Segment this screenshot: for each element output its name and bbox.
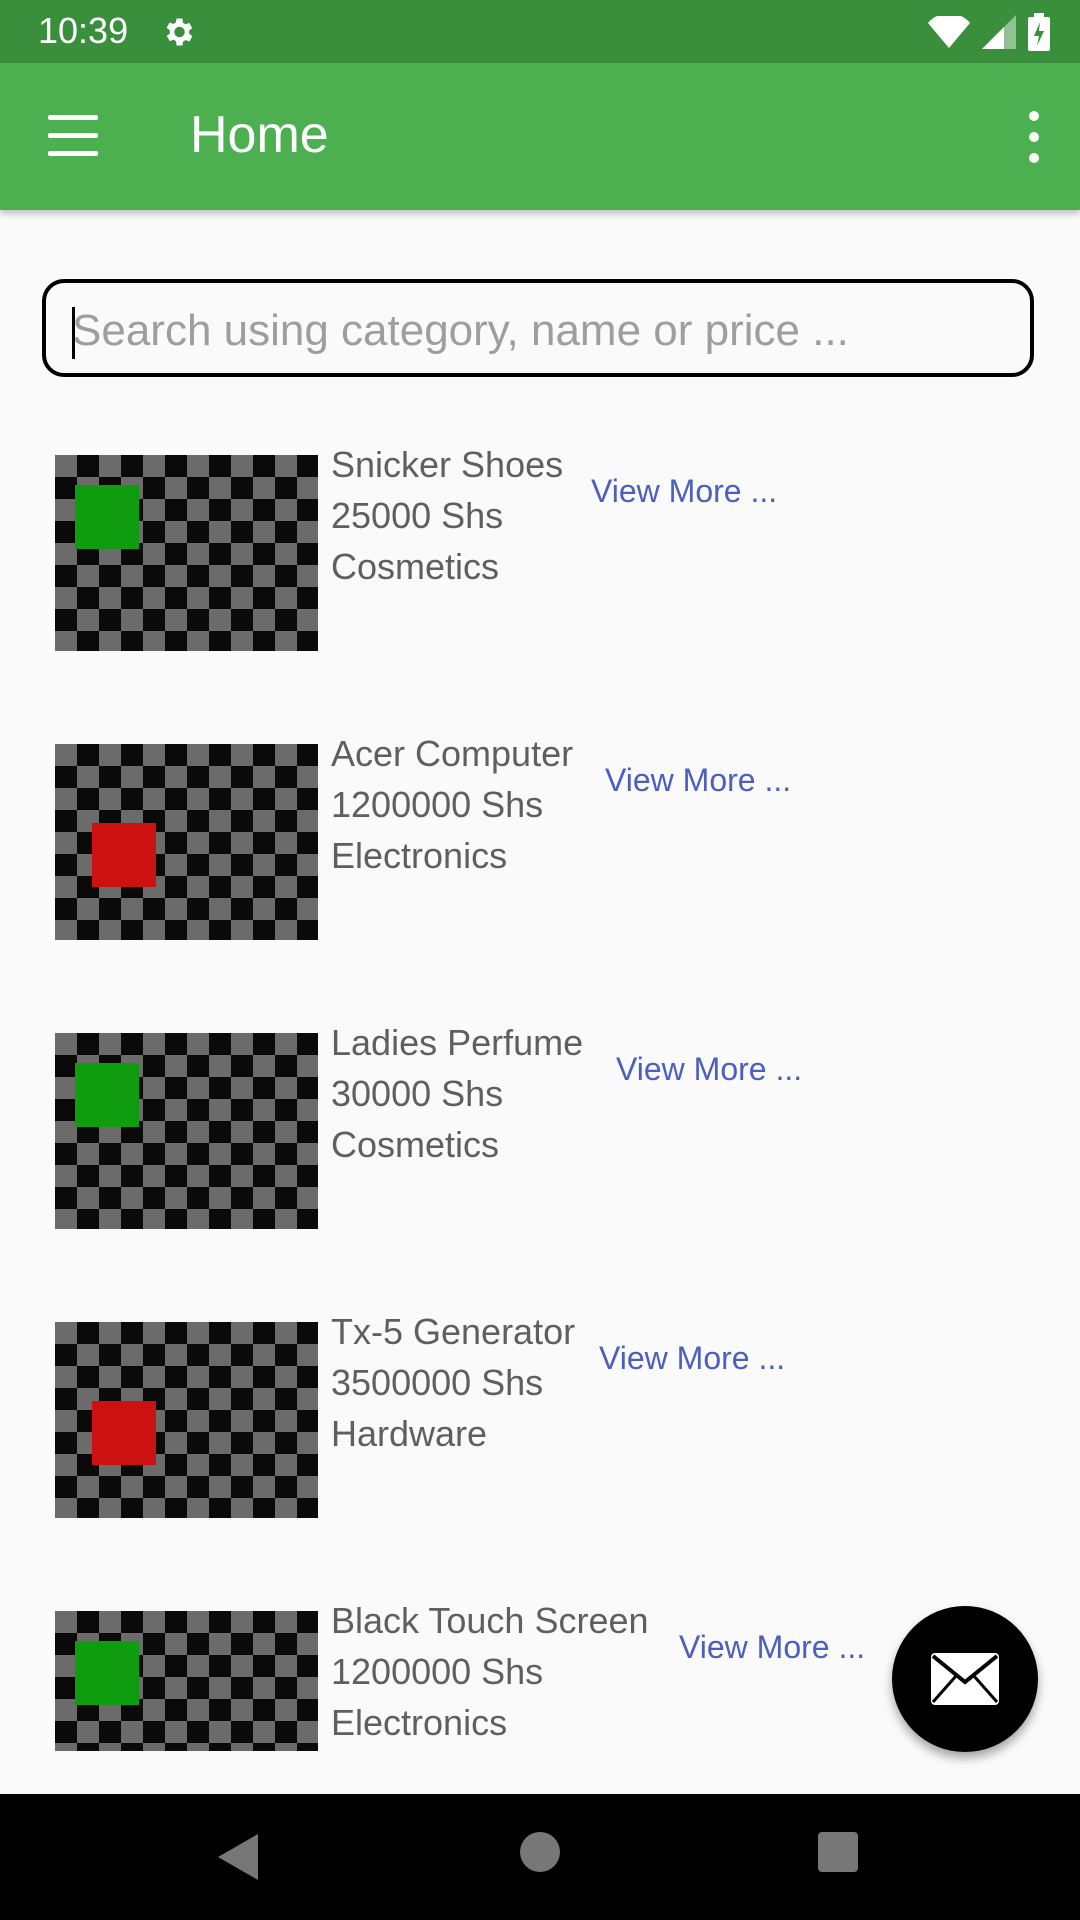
product-name: Tx-5 Generator <box>331 1311 576 1352</box>
list-item[interactable]: Ladies Perfume 30000 Shs Cosmetics View … <box>0 1003 1080 1243</box>
product-price: 1200000 Shs <box>331 784 544 825</box>
view-more-link[interactable]: View More ... <box>679 1629 865 1666</box>
overflow-menu-button[interactable] <box>1014 99 1054 175</box>
hamburger-line <box>48 133 98 138</box>
product-category: Electronics <box>331 1702 508 1743</box>
product-price: 25000 Shs <box>331 495 504 536</box>
product-thumbnail <box>55 1322 318 1518</box>
more-vert-dot <box>1029 153 1039 163</box>
view-more-link[interactable]: View More ... <box>605 762 791 799</box>
product-info: Ladies Perfume 30000 Shs Cosmetics <box>331 1017 583 1170</box>
view-more-link[interactable]: View More ... <box>616 1051 802 1088</box>
thumbnail-marker <box>92 1401 156 1465</box>
search-box <box>42 279 1034 377</box>
recent-apps-icon[interactable] <box>818 1832 858 1872</box>
view-more-link[interactable]: View More ... <box>591 473 777 510</box>
list-item[interactable]: Snicker Shoes 25000 Shs Cosmetics View M… <box>0 425 1080 665</box>
view-more-link[interactable]: View More ... <box>599 1340 785 1377</box>
status-time: 10:39 <box>38 10 129 51</box>
product-name: Ladies Perfume <box>331 1022 584 1063</box>
status-bar: 10:39 <box>0 0 1080 63</box>
search-input[interactable] <box>70 301 1014 361</box>
product-name: Snicker Shoes <box>331 444 564 485</box>
hamburger-menu-icon <box>48 115 98 120</box>
list-item[interactable]: Tx-5 Generator 3500000 Shs Hardware View… <box>0 1292 1080 1532</box>
wifi-icon <box>928 16 970 48</box>
home-icon[interactable] <box>520 1832 560 1872</box>
product-info: Black Touch Screen 1200000 Shs Electroni… <box>331 1595 649 1748</box>
product-info: Tx-5 Generator 3500000 Shs Hardware <box>331 1306 575 1459</box>
compose-fab[interactable] <box>892 1606 1038 1752</box>
product-price: 1200000 Shs <box>331 1651 544 1692</box>
app-bar: Home <box>0 63 1080 210</box>
product-thumbnail <box>55 1611 318 1751</box>
thumbnail-marker <box>75 1063 139 1127</box>
text-caret <box>72 307 75 359</box>
product-name: Black Touch Screen <box>331 1600 649 1641</box>
settings-gear-icon <box>166 18 193 46</box>
product-category: Hardware <box>331 1413 488 1454</box>
thumbnail-marker <box>75 485 139 549</box>
product-name: Acer Computer <box>331 733 574 774</box>
cell-signal-icon <box>982 15 1016 49</box>
product-info: Acer Computer 1200000 Shs Electronics <box>331 728 573 881</box>
menu-button[interactable] <box>34 107 110 167</box>
product-category: Cosmetics <box>331 1124 500 1165</box>
product-info: Snicker Shoes 25000 Shs Cosmetics <box>331 439 563 592</box>
more-vert-icon <box>1029 111 1039 121</box>
hamburger-line <box>48 151 98 156</box>
page-title: Home <box>190 106 329 164</box>
product-price: 30000 Shs <box>331 1073 504 1114</box>
system-nav-bar <box>0 1794 1080 1920</box>
product-category: Electronics <box>331 835 508 876</box>
more-vert-dot <box>1029 132 1039 142</box>
product-thumbnail <box>55 1033 318 1229</box>
back-icon[interactable] <box>218 1834 258 1880</box>
thumbnail-marker <box>92 823 156 887</box>
list-item[interactable]: Acer Computer 1200000 Shs Electronics Vi… <box>0 714 1080 954</box>
product-category: Cosmetics <box>331 546 500 587</box>
product-thumbnail <box>55 455 318 651</box>
product-thumbnail <box>55 744 318 940</box>
status-icons <box>928 12 1050 52</box>
mail-icon <box>931 1653 999 1705</box>
battery-icon <box>1028 13 1050 51</box>
thumbnail-marker <box>75 1641 139 1705</box>
product-price: 3500000 Shs <box>331 1362 544 1403</box>
